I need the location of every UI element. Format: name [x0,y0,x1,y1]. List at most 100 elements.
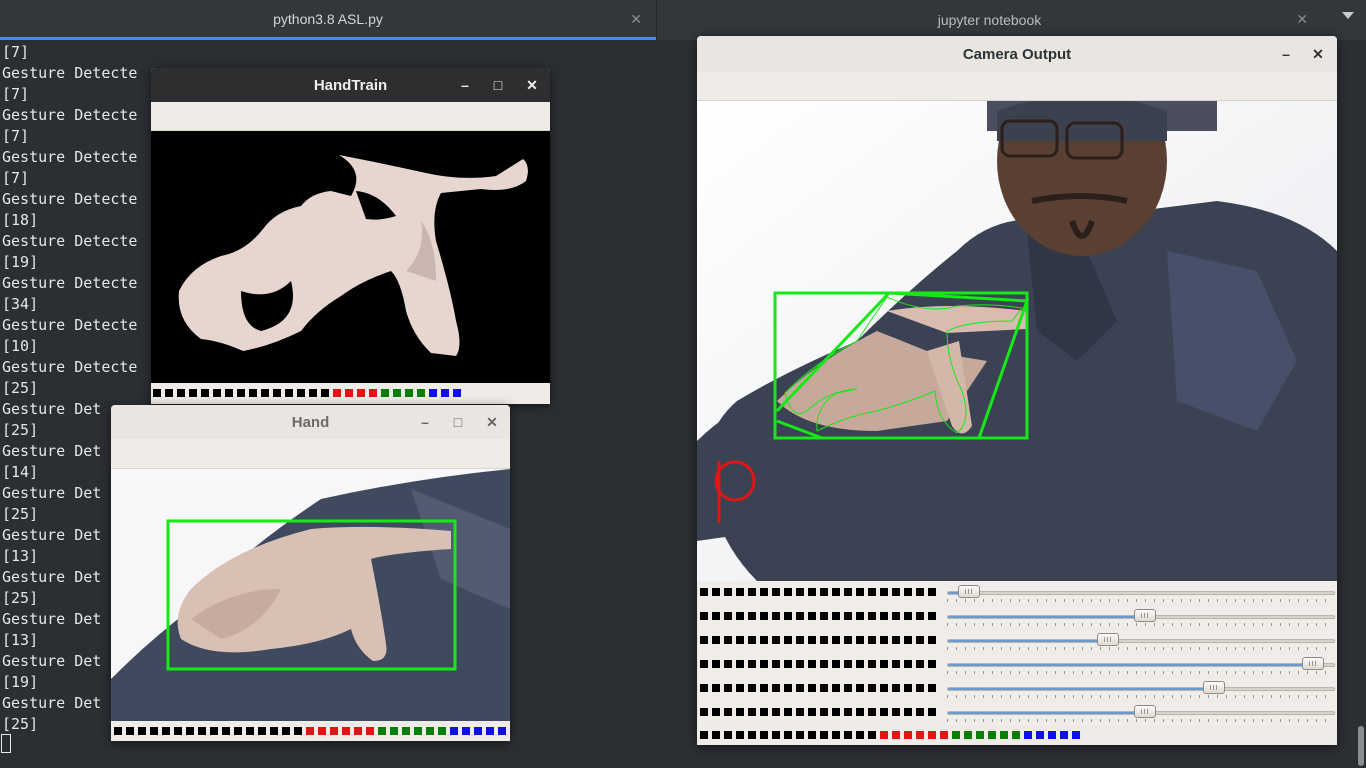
trackbar-label-glyph [832,636,840,644]
trackbar-label-glyph [808,612,816,620]
status-indicator [880,731,888,739]
status-indicator [225,389,233,397]
trackbar-handle[interactable] [1133,609,1156,622]
trackbar-label-glyph [820,708,828,716]
terminal-line: Gesture Det [2,610,102,628]
camera-output-window[interactable]: Camera Output – ✕ [697,36,1337,745]
status-indicator [153,389,161,397]
status-indicator [282,727,290,735]
maximize-icon[interactable]: □ [447,405,469,439]
terminal-line: Gesture Detecte [2,316,138,334]
status-indicator [138,727,146,735]
close-icon[interactable]: ✕ [1307,36,1329,72]
tab-close-icon[interactable]: ✕ [630,11,642,28]
handtrain-window[interactable]: HandTrain – □ ✕ [151,68,550,404]
terminal-scrollbar[interactable] [1358,726,1364,766]
trackbar-label-glyph [856,636,864,644]
trackbar-label-glyph [892,660,900,668]
trackbar-label-glyph [844,684,852,692]
trackbar-label-glyph [856,708,864,716]
trackbar-label-glyph [856,588,864,596]
terminal-line: Gesture Det [2,526,102,544]
trackbar-label-glyph [832,660,840,668]
camera-output-titlebar[interactable]: Camera Output – ✕ [697,36,1337,72]
camera-output-toolbar [697,72,1337,101]
tab-jupyter-notebook[interactable]: jupyter notebook ✕ [657,0,1322,40]
window-title: Camera Output [962,45,1072,63]
status-indicator [345,389,353,397]
status-indicator [330,727,338,735]
trackbar-ticks [947,695,1333,698]
status-indicator [441,389,449,397]
trackbar-label-glyph [904,660,912,668]
status-indicator [486,727,494,735]
handtrain-titlebar[interactable]: HandTrain – □ ✕ [151,68,550,102]
terminal-line: [14] [2,463,39,481]
close-icon[interactable]: ✕ [481,405,503,439]
trackbar-label-glyph [832,612,840,620]
tab-python-asl[interactable]: python3.8 ASL.py ✕ [0,0,656,40]
trackbar-slider[interactable] [947,663,1335,667]
trackbar-handle[interactable] [1302,657,1325,670]
tab-close-icon[interactable]: ✕ [1296,11,1308,28]
trackbar-label-glyph [916,684,924,692]
trackbar-label-glyph [856,660,864,668]
status-indicator [402,727,410,735]
status-indicator [1024,731,1032,739]
trackbar-label-glyph [868,708,876,716]
trackbar-handle[interactable] [1133,705,1156,718]
trackbar-label-glyph [796,684,804,692]
trackbar-slider[interactable] [947,687,1335,691]
trackbar-row [697,581,1337,605]
hand-window[interactable]: Hand – □ ✕ [111,405,510,741]
terminal-line: Gesture Detecte [2,274,138,292]
status-indicator [357,389,365,397]
status-indicator [126,727,134,735]
trackbar-label-glyph [868,660,876,668]
trackbar-slider[interactable] [947,639,1335,643]
trackbar-label-glyph [916,612,924,620]
minimize-icon[interactable]: – [454,68,476,102]
trackbar-slider[interactable] [947,591,1335,595]
trackbar-label-glyph [772,636,780,644]
trackbar-label-glyph [820,588,828,596]
close-icon[interactable]: ✕ [521,68,543,102]
trackbar-label-glyph [772,612,780,620]
trackbar-label-glyph [784,612,792,620]
trackbar-label-glyph [832,684,840,692]
trackbar-label-glyph [880,612,888,620]
trackbar-label-glyph [820,612,828,620]
trackbar-label-glyph [772,588,780,596]
status-indicator [258,727,266,735]
trackbar-label-glyph [892,684,900,692]
trackbar-label-glyph [760,684,768,692]
trackbar-handle[interactable] [957,585,980,598]
trackbar-ticks [947,719,1333,722]
status-indicator [736,731,744,739]
trackbar-label-glyph [820,660,828,668]
status-indicator [498,727,506,735]
trackbar-label-glyph [700,660,708,668]
terminal-line: Gesture Detecte [2,232,138,250]
trackbar-label-glyph [916,708,924,716]
trackbar-label-glyph [748,588,756,596]
tabs-menu-chevron-icon[interactable] [1342,12,1354,19]
trackbar-label-glyph [760,588,768,596]
status-indicator [1012,731,1020,739]
maximize-icon[interactable]: □ [487,68,509,102]
hand-crop-image [111,469,510,721]
minimize-icon[interactable]: – [1275,36,1297,72]
minimize-icon[interactable]: – [414,405,436,439]
trackbar-label-glyph [784,588,792,596]
status-indicator [213,389,221,397]
trackbar-fill [948,664,1323,666]
status-indicator [114,727,122,735]
status-indicator [429,389,437,397]
terminal-line: [25] [2,589,39,607]
trackbar-label-glyph [868,588,876,596]
status-indicator [760,731,768,739]
trackbar-handle[interactable] [1203,681,1226,694]
terminal-line: [7] [2,43,30,61]
trackbar-handle[interactable] [1097,633,1120,646]
hand-titlebar[interactable]: Hand – □ ✕ [111,405,510,439]
